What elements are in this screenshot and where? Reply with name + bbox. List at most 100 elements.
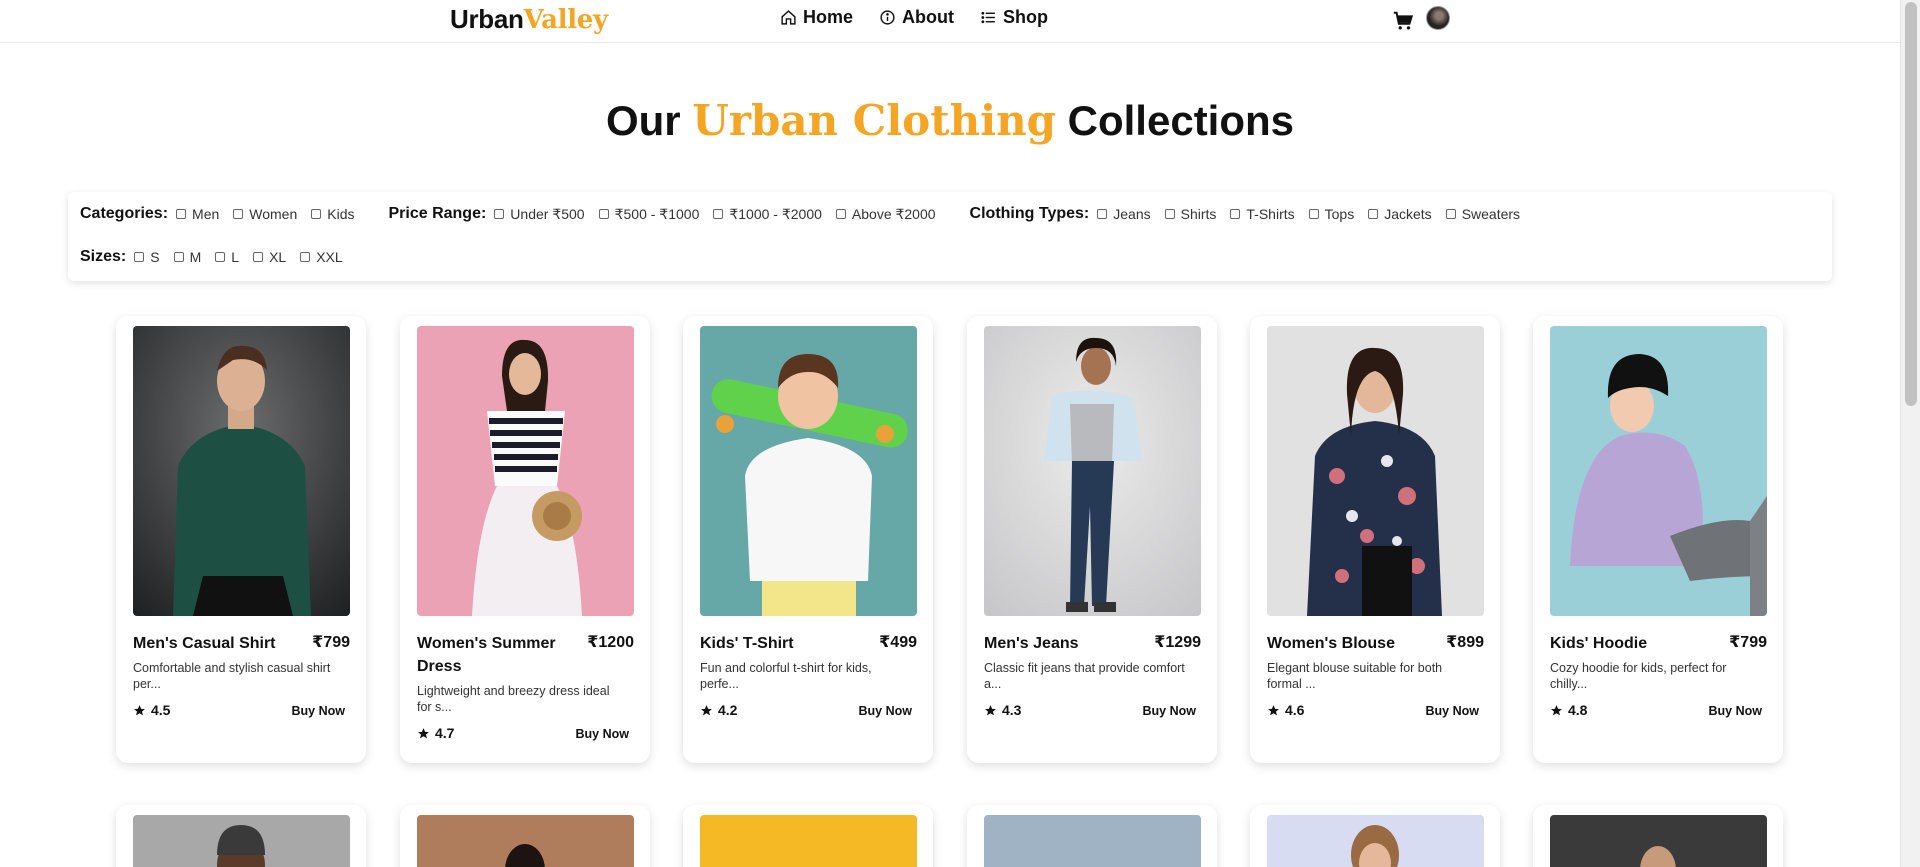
product-description: Elegant blouse suitable for both formal .… <box>1267 660 1487 692</box>
product-description: Comfortable and stylish casual shirt per.… <box>133 660 353 692</box>
checkbox[interactable] <box>253 252 264 262</box>
product-rating: 4.6 <box>1267 702 1304 718</box>
filter-option-m[interactable]: M <box>173 249 201 265</box>
description-line: Fun and colorful t-shirt for kids, <box>700 661 872 675</box>
filter-option-above-2000[interactable]: Above ₹2000 <box>835 206 936 223</box>
option-label: Tops <box>1324 206 1355 222</box>
option-label: T-Shirts <box>1246 206 1295 222</box>
checkbox[interactable] <box>233 209 244 219</box>
filter-label: Sizes: <box>80 248 127 265</box>
checkbox[interactable] <box>176 209 187 219</box>
product-card[interactable] <box>116 805 366 867</box>
product-price: ₹1299 <box>1154 634 1201 651</box>
option-label: ₹500 - ₹1000 <box>614 205 700 222</box>
product-name: Women's Blouse <box>1267 635 1395 652</box>
option-label: Under ₹500 <box>510 205 585 222</box>
filter-option-women[interactable]: Women <box>233 206 297 222</box>
product-price: ₹1200 <box>587 634 634 651</box>
logo[interactable]: UrbanValley <box>450 4 608 35</box>
filter-sizes: Sizes: S M L XL XXL <box>80 248 357 266</box>
product-rating: 4.5 <box>133 702 170 718</box>
nav-home[interactable]: Home <box>780 7 853 28</box>
filter-option-xxl[interactable]: XXL <box>300 249 343 265</box>
product-image <box>1550 815 1767 867</box>
filter-categories: Categories: Men Women Kids <box>80 205 368 223</box>
star-icon <box>985 704 996 715</box>
product-name: Women's Summer Dress <box>417 635 556 675</box>
product-card[interactable]: Men's Jeans ₹1299 Classic fit jeans that… <box>967 316 1217 763</box>
filter-option-kids[interactable]: Kids <box>311 206 354 222</box>
star-icon <box>134 704 145 715</box>
filter-option-s[interactable]: S <box>134 249 160 265</box>
nav-shop[interactable]: Shop <box>980 7 1048 28</box>
cart-icon[interactable] <box>1392 10 1414 32</box>
filter-label: Clothing Types: <box>969 205 1090 222</box>
option-label: Men <box>192 206 220 222</box>
product-image <box>1267 326 1484 616</box>
filter-option-tops[interactable]: Tops <box>1308 206 1355 222</box>
filter-option-l[interactable]: L <box>215 249 239 265</box>
buy-now-button[interactable]: Buy Now <box>859 704 912 718</box>
product-card[interactable] <box>683 805 933 867</box>
product-card[interactable] <box>967 805 1217 867</box>
product-image <box>984 326 1201 616</box>
filter-option-jeans[interactable]: Jeans <box>1097 206 1151 222</box>
buy-now-button[interactable]: Buy Now <box>1709 704 1762 718</box>
checkbox[interactable] <box>1097 209 1108 219</box>
product-image <box>700 326 917 616</box>
product-price: ₹799 <box>312 634 350 651</box>
checkbox[interactable] <box>494 209 505 219</box>
checkbox[interactable] <box>311 209 322 219</box>
rating-value: 4.8 <box>1568 702 1588 718</box>
scrollbar[interactable] <box>1900 0 1920 867</box>
filter-option-sweaters[interactable]: Sweaters <box>1445 206 1520 222</box>
filter-option-under-500[interactable]: Under ₹500 <box>494 205 585 223</box>
nav-about[interactable]: About <box>879 7 954 28</box>
checkbox[interactable] <box>215 252 226 262</box>
buy-now-button[interactable]: Buy Now <box>1426 704 1479 718</box>
checkbox[interactable] <box>835 209 846 219</box>
product-card[interactable]: Men's Casual Shirt ₹799 Comfortable and … <box>116 316 366 763</box>
buy-now-button[interactable]: Buy Now <box>292 704 345 718</box>
filter-option-500-1000[interactable]: ₹500 - ₹1000 <box>598 205 700 223</box>
product-name: Men's Casual Shirt <box>133 635 276 652</box>
description-line: Lightweight and breezy dress ideal <box>417 684 610 698</box>
filter-option-jackets[interactable]: Jackets <box>1368 206 1432 222</box>
filter-option-xl[interactable]: XL <box>253 249 286 265</box>
product-card[interactable]: Kids' Hoodie ₹799 Cozy hoodie for kids, … <box>1533 316 1783 763</box>
checkbox[interactable] <box>1230 209 1241 219</box>
checkbox[interactable] <box>713 209 724 219</box>
checkbox[interactable] <box>598 209 609 219</box>
product-description: Classic fit jeans that provide comfort a.… <box>984 660 1204 692</box>
option-label: L <box>231 249 240 265</box>
product-image <box>1550 326 1767 616</box>
product-card[interactable] <box>1533 805 1783 867</box>
filter-option-men[interactable]: Men <box>176 206 219 222</box>
avatar[interactable] <box>1426 6 1450 30</box>
checkbox[interactable] <box>1308 209 1319 219</box>
scrollbar-thumb[interactable] <box>1905 2 1917 406</box>
filter-option-tshirts[interactable]: T-Shirts <box>1230 206 1295 222</box>
option-label: Kids <box>327 206 355 222</box>
title-highlight: Urban Clothing <box>692 96 1056 145</box>
product-image <box>133 815 350 867</box>
checkbox[interactable] <box>1368 209 1379 219</box>
product-card[interactable]: Women's Blouse ₹899 Elegant blouse suita… <box>1250 316 1500 763</box>
checkbox[interactable] <box>1445 209 1456 219</box>
checkbox[interactable] <box>173 252 184 262</box>
option-label: Women <box>249 206 298 222</box>
product-card[interactable]: Women's Summer Dress ₹1200 Lightweight a… <box>400 316 650 763</box>
description-line: per... <box>133 677 161 691</box>
filter-option-1000-2000[interactable]: ₹1000 - ₹2000 <box>713 206 822 223</box>
buy-now-button[interactable]: Buy Now <box>1143 704 1196 718</box>
product-card[interactable]: Kids' T-Shirt ₹499 Fun and colorful t-sh… <box>683 316 933 763</box>
product-card[interactable] <box>1250 805 1500 867</box>
checkbox[interactable] <box>1164 209 1175 219</box>
checkbox[interactable] <box>134 252 145 262</box>
product-description: Cozy hoodie for kids, perfect for chilly.… <box>1550 660 1770 692</box>
buy-now-button[interactable]: Buy Now <box>576 727 629 741</box>
checkbox[interactable] <box>300 252 311 262</box>
product-card[interactable] <box>400 805 650 867</box>
info-icon <box>880 10 895 25</box>
filter-option-shirts[interactable]: Shirts <box>1164 206 1216 222</box>
